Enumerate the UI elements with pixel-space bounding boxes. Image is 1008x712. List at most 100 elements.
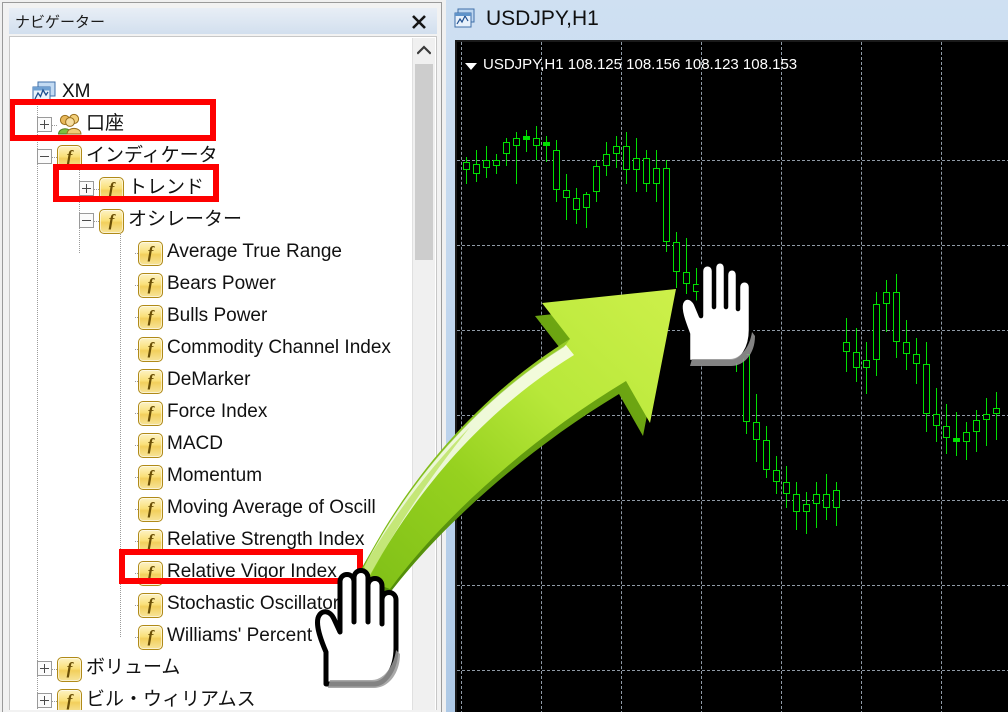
navigator-tree[interactable]: XM 口座 f インディケータ f トレンド f オシレーター f Average True Ra… (9, 36, 437, 710)
candle-body (923, 364, 930, 414)
candle-body (983, 414, 990, 420)
candle-body (663, 168, 670, 242)
function-icon: f (138, 305, 163, 330)
function-icon: f (57, 657, 82, 682)
function-icon: f (138, 625, 163, 650)
tree-item-label: Commodity Channel Index (167, 337, 391, 358)
candle-body (843, 342, 850, 352)
tree-item-label: ビル・ウィリアムス (86, 689, 256, 710)
function-icon: f (57, 689, 82, 710)
expand-icon[interactable] (79, 181, 94, 196)
candle-wick (886, 280, 887, 332)
chart-gridline-vertical (701, 42, 702, 712)
candle-body (973, 420, 980, 432)
function-icon: f (138, 433, 163, 458)
candle-body (883, 292, 890, 304)
candle-body (793, 494, 800, 512)
candle-body (523, 136, 530, 140)
candle-body (533, 138, 540, 146)
candle-body (623, 146, 630, 170)
candle-wick (736, 294, 737, 372)
tree-item-label: インディケータ (86, 145, 218, 166)
function-icon: f (99, 177, 124, 202)
candle-body (633, 158, 640, 170)
candle-body (953, 438, 960, 442)
candle-body (483, 160, 490, 168)
tree-item-label: Bulls Power (167, 305, 268, 326)
candle-body (893, 292, 900, 342)
candle-body (693, 284, 700, 292)
candle-body (593, 166, 600, 192)
chart-gridline-vertical (941, 42, 942, 712)
candle-body (603, 154, 610, 166)
candle-body (563, 190, 570, 198)
candle-wick (526, 130, 527, 152)
candle-body (783, 482, 790, 494)
chart-ohlc-readout: USDJPY,H1 108.125 108.156 108.123 108.15… (483, 56, 798, 73)
chart-gridline-horizontal (457, 670, 1008, 671)
collapse-icon[interactable] (37, 149, 52, 164)
navigator-title: ナビゲーター (15, 14, 106, 31)
candle-body (873, 304, 880, 360)
function-icon: f (99, 209, 124, 234)
candle-body (583, 194, 590, 208)
chart-gridline-horizontal (457, 500, 1008, 501)
candle-body (473, 164, 480, 174)
candle-body (913, 354, 920, 364)
function-icon: f (138, 273, 163, 298)
expand-icon[interactable] (37, 117, 52, 132)
candle-body (933, 414, 940, 426)
candle-body (723, 304, 730, 340)
collapse-icon[interactable] (79, 213, 94, 228)
function-icon: f (138, 561, 163, 586)
xm-chart-icon (32, 81, 58, 110)
close-icon[interactable] (409, 12, 429, 32)
tree-item-label: オシレーター (128, 209, 243, 230)
chart-gridline-vertical (861, 42, 862, 712)
chart-window: USDJPY,H1 USDJPY,H1 108.125 108.156 108.… (446, 0, 1008, 712)
candle-body (673, 242, 680, 272)
tree-item-label: Bears Power (167, 273, 276, 294)
chart-canvas[interactable]: USDJPY,H1 108.125 108.156 108.123 108.15… (455, 40, 1008, 712)
chart-window-icon (454, 8, 478, 30)
tree-item-label: DeMarker (167, 369, 251, 390)
function-icon: f (138, 241, 163, 266)
candle-body (903, 342, 910, 354)
candle-wick (996, 392, 997, 440)
chevron-up-icon[interactable] (413, 38, 435, 62)
candle-body (753, 422, 760, 440)
candle-body (513, 138, 520, 146)
candle-wick (816, 482, 817, 528)
candle-body (993, 408, 1000, 414)
chart-gridline-vertical (781, 42, 782, 712)
tree-guide-level1 (37, 93, 39, 710)
screenshot-root: ナビゲーター XM 口座 f インディケータ f トレンド f オシレーター f Average … (0, 0, 1008, 712)
candle-wick (686, 238, 687, 294)
candle-body (643, 158, 650, 184)
tree-item-label: Moving Average of Oscill (167, 497, 376, 518)
candle-body (503, 142, 510, 154)
function-icon: f (138, 465, 163, 490)
candle-body (863, 360, 870, 368)
expand-icon[interactable] (37, 693, 52, 708)
candle-body (713, 278, 720, 304)
scrollbar-thumb[interactable] (415, 64, 433, 260)
tree-scrollbar[interactable] (412, 38, 435, 710)
triangle-down-icon[interactable] (465, 63, 477, 70)
candle-body (613, 146, 620, 154)
tree-item-label: XM (62, 81, 91, 102)
function-icon: f (138, 593, 163, 618)
candle-body (653, 168, 660, 184)
tree-item-label: Stochastic Oscillator (167, 593, 340, 614)
candle-body (543, 142, 550, 146)
candle-body (773, 470, 780, 482)
tree-item-label: 口座 (86, 113, 125, 134)
tree-item-label: MACD (167, 433, 223, 454)
function-icon: f (138, 401, 163, 426)
tree-item-label: ボリューム (86, 657, 181, 678)
function-icon: f (138, 337, 163, 362)
tree-item-label: トレンド (128, 177, 205, 198)
expand-icon[interactable] (37, 661, 52, 676)
chart-gridline-vertical (541, 42, 542, 712)
candle-body (463, 162, 470, 170)
